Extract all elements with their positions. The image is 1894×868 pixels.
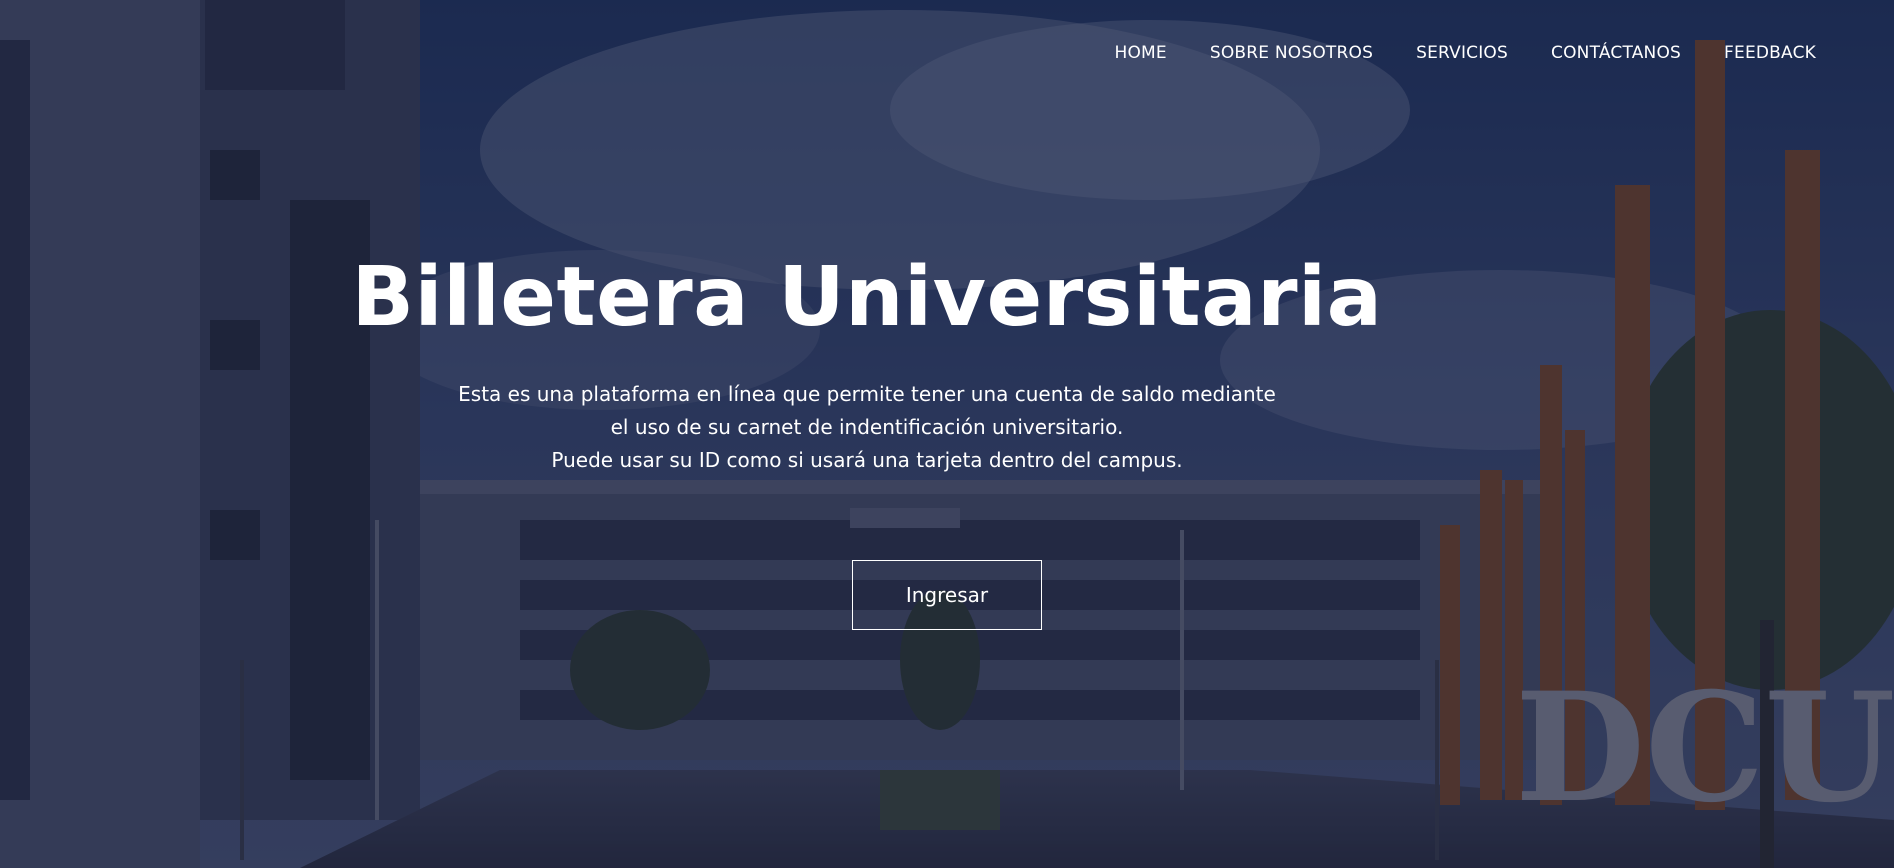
nav-item-home[interactable]: HOME — [1114, 43, 1166, 63]
nav-item-servicios[interactable]: SERVICIOS — [1416, 43, 1508, 63]
hero-description-line: Esta es una plataforma en línea que perm… — [458, 382, 1276, 406]
top-navigation: HOME SOBRE NOSOTROS SERVICIOS CONTÁCTANO… — [1071, 43, 1816, 63]
hero-description-line: Puede usar su ID como si usará una tarje… — [551, 448, 1183, 472]
nav-item-sobre-nosotros[interactable]: SOBRE NOSOTROS — [1210, 43, 1373, 63]
hero-description: Esta es una plataforma en línea que perm… — [0, 378, 1894, 477]
nav-item-contactanos[interactable]: CONTÁCTANOS — [1551, 43, 1681, 63]
hero-section: DCU HOME SOBRE NOSOTROS SERVICIOS CONTÁC… — [0, 0, 1894, 868]
hero-description-line: el uso de su carnet de indentificación u… — [610, 415, 1124, 439]
ingresar-button[interactable]: Ingresar — [852, 560, 1042, 630]
page-title: Billetera Universitaria — [351, 250, 1383, 345]
nav-item-feedback[interactable]: FEEDBACK — [1724, 43, 1816, 63]
